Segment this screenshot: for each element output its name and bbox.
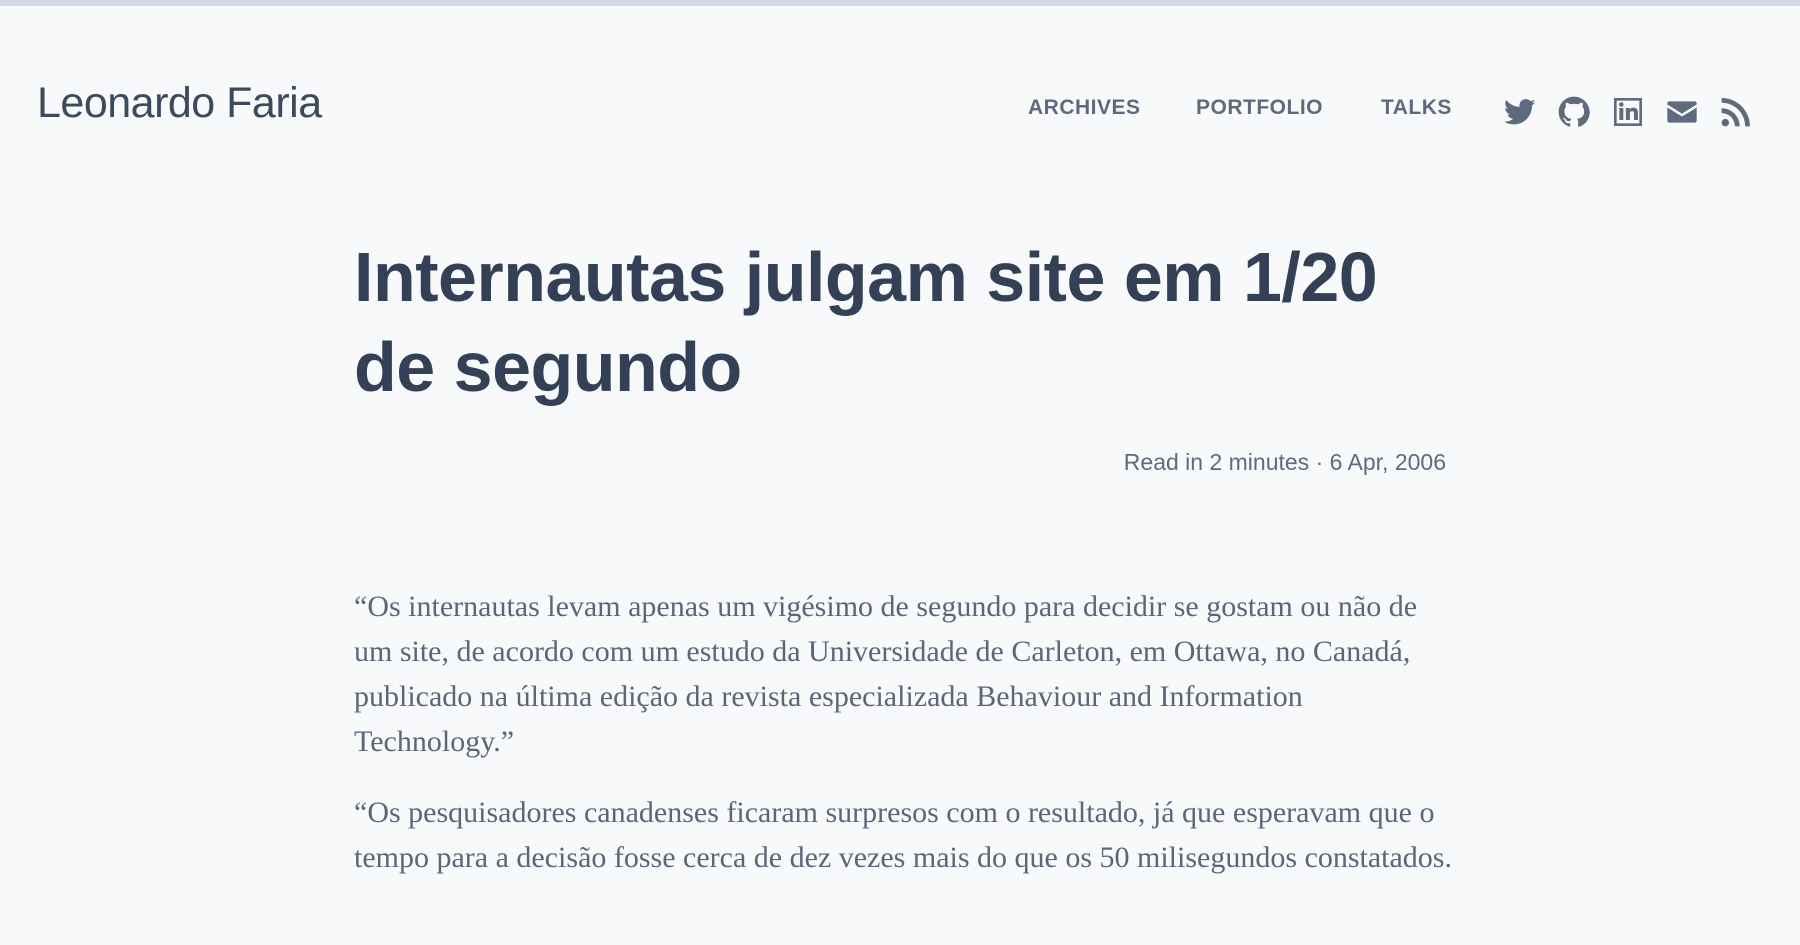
nav-talks-link[interactable]: TALKS (1381, 97, 1452, 118)
twitter-icon (1504, 99, 1536, 125)
linkedin-icon (1614, 98, 1642, 126)
article-body: “Os internautas levam apenas um vigésimo… (354, 584, 1454, 906)
github-icon (1558, 96, 1590, 127)
site-header: Leonardo Faria ARCHIVES PORTFOLIO TALKS (0, 6, 1800, 206)
linkedin-link[interactable] (1612, 96, 1644, 128)
github-link[interactable] (1558, 96, 1590, 128)
rss-icon (1721, 98, 1750, 127)
article-meta: Read in 2 minutes · 6 Apr, 2006 (1123, 449, 1446, 475)
article-paragraph: “Os pesquisadores canadenses ficaram sur… (354, 796, 1452, 874)
nav-portfolio-link[interactable]: PORTFOLIO (1196, 97, 1323, 118)
article-paragraph: “Os internautas levam apenas um vigésimo… (354, 590, 1418, 758)
email-link[interactable] (1666, 96, 1698, 128)
site-title-link[interactable]: Leonardo Faria (37, 82, 322, 125)
rss-link[interactable] (1720, 96, 1752, 128)
article-title: Internautas julgam site em 1/20 de segun… (354, 238, 1378, 406)
nav-archives-link[interactable]: ARCHIVES (1028, 97, 1141, 118)
email-icon (1667, 101, 1697, 123)
twitter-link[interactable] (1504, 96, 1536, 128)
